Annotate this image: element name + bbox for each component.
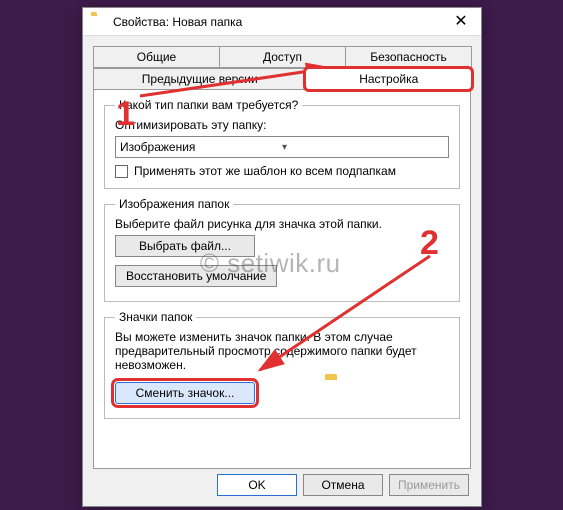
tab-security[interactable]: Безопасность [345,46,472,68]
choose-file-button[interactable]: Выбрать файл... [115,235,255,257]
tab-general[interactable]: Общие [93,46,220,68]
folder-pictures-desc: Выберите файл рисунка для значка этой па… [115,217,449,231]
folder-icon-preview [325,378,361,408]
chevron-down-icon: ▾ [282,142,444,153]
group-folder-type-legend: Какой тип папки вам требуется? [115,98,302,112]
window-title: Свойства: Новая папка [113,15,441,29]
apply-subfolders-row: Применять этот же шаблон ко всем подпапк… [115,164,449,178]
dialog-buttons: OK Отмена Применить [217,474,469,496]
apply-button[interactable]: Применить [389,474,469,496]
folder-icon [91,15,107,29]
folder-icons-desc: Вы можете изменить значок папки. В этом … [115,330,449,372]
tab-area: Общие Доступ Безопасность Предыдущие вер… [83,36,481,469]
properties-dialog: Свойства: Новая папка ✕ Общие Доступ Без… [82,7,482,507]
restore-default-button[interactable]: Восстановить умолчание [115,265,277,287]
tab-row-2: Предыдущие версии Настройка [93,68,471,90]
optimize-label: Оптимизировать эту папку: [115,118,449,132]
tab-sharing[interactable]: Доступ [219,46,346,68]
group-folder-pictures-legend: Изображения папок [115,197,233,211]
cancel-button[interactable]: Отмена [303,474,383,496]
ok-button[interactable]: OK [217,474,297,496]
titlebar: Свойства: Новая папка ✕ [83,8,481,36]
group-folder-pictures: Изображения папок Выберите файл рисунка … [104,197,460,302]
optimize-combo-value: Изображения [120,140,282,154]
apply-subfolders-label: Применять этот же шаблон ко всем подпапк… [134,164,396,178]
optimize-combo[interactable]: Изображения ▾ [115,136,449,158]
tab-customize[interactable]: Настройка [305,68,472,90]
tab-panel-customize: Какой тип папки вам требуется? Оптимизир… [93,89,471,469]
group-folder-icons: Значки папок Вы можете изменить значок п… [104,310,460,419]
apply-subfolders-checkbox[interactable] [115,165,128,178]
group-folder-type: Какой тип папки вам требуется? Оптимизир… [104,98,460,189]
close-button[interactable]: ✕ [441,8,481,36]
tab-row-1: Общие Доступ Безопасность [93,46,471,68]
tab-previous-versions[interactable]: Предыдущие версии [93,68,306,90]
change-icon-button[interactable]: Сменить значок... [115,382,255,404]
group-folder-icons-legend: Значки папок [115,310,196,324]
